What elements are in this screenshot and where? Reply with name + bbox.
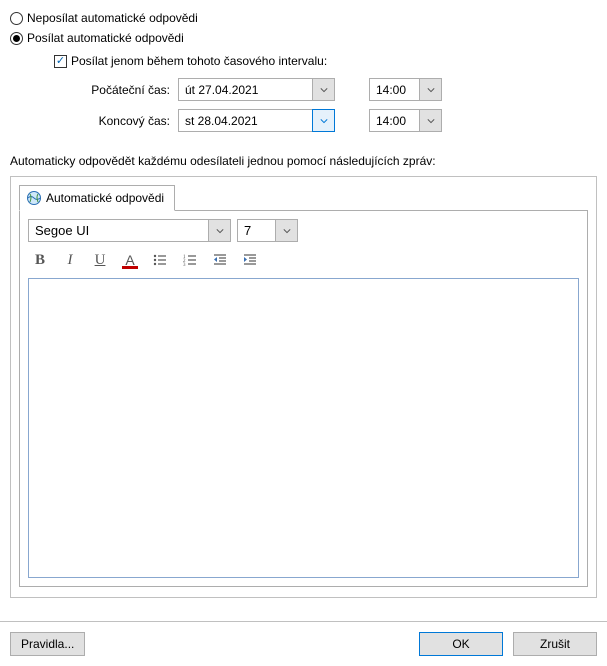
end-date-dropdown[interactable] bbox=[312, 109, 335, 132]
cancel-button[interactable]: Zrušit bbox=[513, 632, 597, 656]
checkbox-time-range-label: Posílat jenom během tohoto časového inte… bbox=[71, 54, 327, 68]
rules-button[interactable]: Pravidla... bbox=[10, 632, 85, 656]
font-size-input[interactable] bbox=[237, 219, 275, 242]
instruction-text: Automaticky odpovědět každému odesílatel… bbox=[0, 140, 607, 176]
end-time-input[interactable] bbox=[369, 109, 419, 132]
message-body-editor[interactable] bbox=[28, 278, 579, 578]
chevron-down-icon bbox=[216, 227, 224, 235]
increase-indent-icon bbox=[242, 252, 258, 268]
radio-send-label: Posílat automatické odpovědi bbox=[27, 31, 184, 45]
ok-button[interactable]: OK bbox=[419, 632, 503, 656]
font-color-button[interactable]: A bbox=[120, 250, 140, 270]
start-time-input[interactable] bbox=[369, 78, 419, 101]
checkbox-time-range[interactable]: ✓ bbox=[54, 55, 67, 68]
bold-button[interactable]: B bbox=[30, 250, 50, 270]
chevron-down-icon bbox=[427, 86, 435, 94]
bulleted-list-icon bbox=[152, 252, 168, 268]
start-time-label: Počáteční čas: bbox=[82, 83, 170, 97]
italic-button[interactable]: I bbox=[60, 250, 80, 270]
font-name-input[interactable] bbox=[28, 219, 208, 242]
globe-icon bbox=[26, 190, 42, 206]
start-date-input[interactable] bbox=[178, 78, 312, 101]
chevron-down-icon bbox=[427, 117, 435, 125]
chevron-down-icon bbox=[320, 117, 328, 125]
font-name-dropdown[interactable] bbox=[208, 219, 231, 242]
svg-text:3: 3 bbox=[183, 263, 186, 268]
radio-send[interactable] bbox=[10, 32, 23, 45]
bulleted-list-button[interactable] bbox=[150, 250, 170, 270]
numbered-list-icon: 1 2 3 bbox=[182, 252, 198, 268]
chevron-down-icon bbox=[283, 227, 291, 235]
tab-auto-replies-label: Automatické odpovědi bbox=[46, 191, 164, 205]
increase-indent-button[interactable] bbox=[240, 250, 260, 270]
decrease-indent-button[interactable] bbox=[210, 250, 230, 270]
end-date-input[interactable] bbox=[178, 109, 312, 132]
start-time-dropdown[interactable] bbox=[419, 78, 442, 101]
start-date-dropdown[interactable] bbox=[312, 78, 335, 101]
numbered-list-button[interactable]: 1 2 3 bbox=[180, 250, 200, 270]
radio-do-not-send[interactable] bbox=[10, 12, 23, 25]
underline-button[interactable]: U bbox=[90, 250, 110, 270]
radio-do-not-send-label: Neposílat automatické odpovědi bbox=[27, 11, 198, 25]
chevron-down-icon bbox=[320, 86, 328, 94]
end-time-label: Koncový čas: bbox=[82, 114, 170, 128]
tab-auto-replies[interactable]: Automatické odpovědi bbox=[19, 185, 175, 211]
font-size-dropdown[interactable] bbox=[275, 219, 298, 242]
decrease-indent-icon bbox=[212, 252, 228, 268]
end-time-dropdown[interactable] bbox=[419, 109, 442, 132]
